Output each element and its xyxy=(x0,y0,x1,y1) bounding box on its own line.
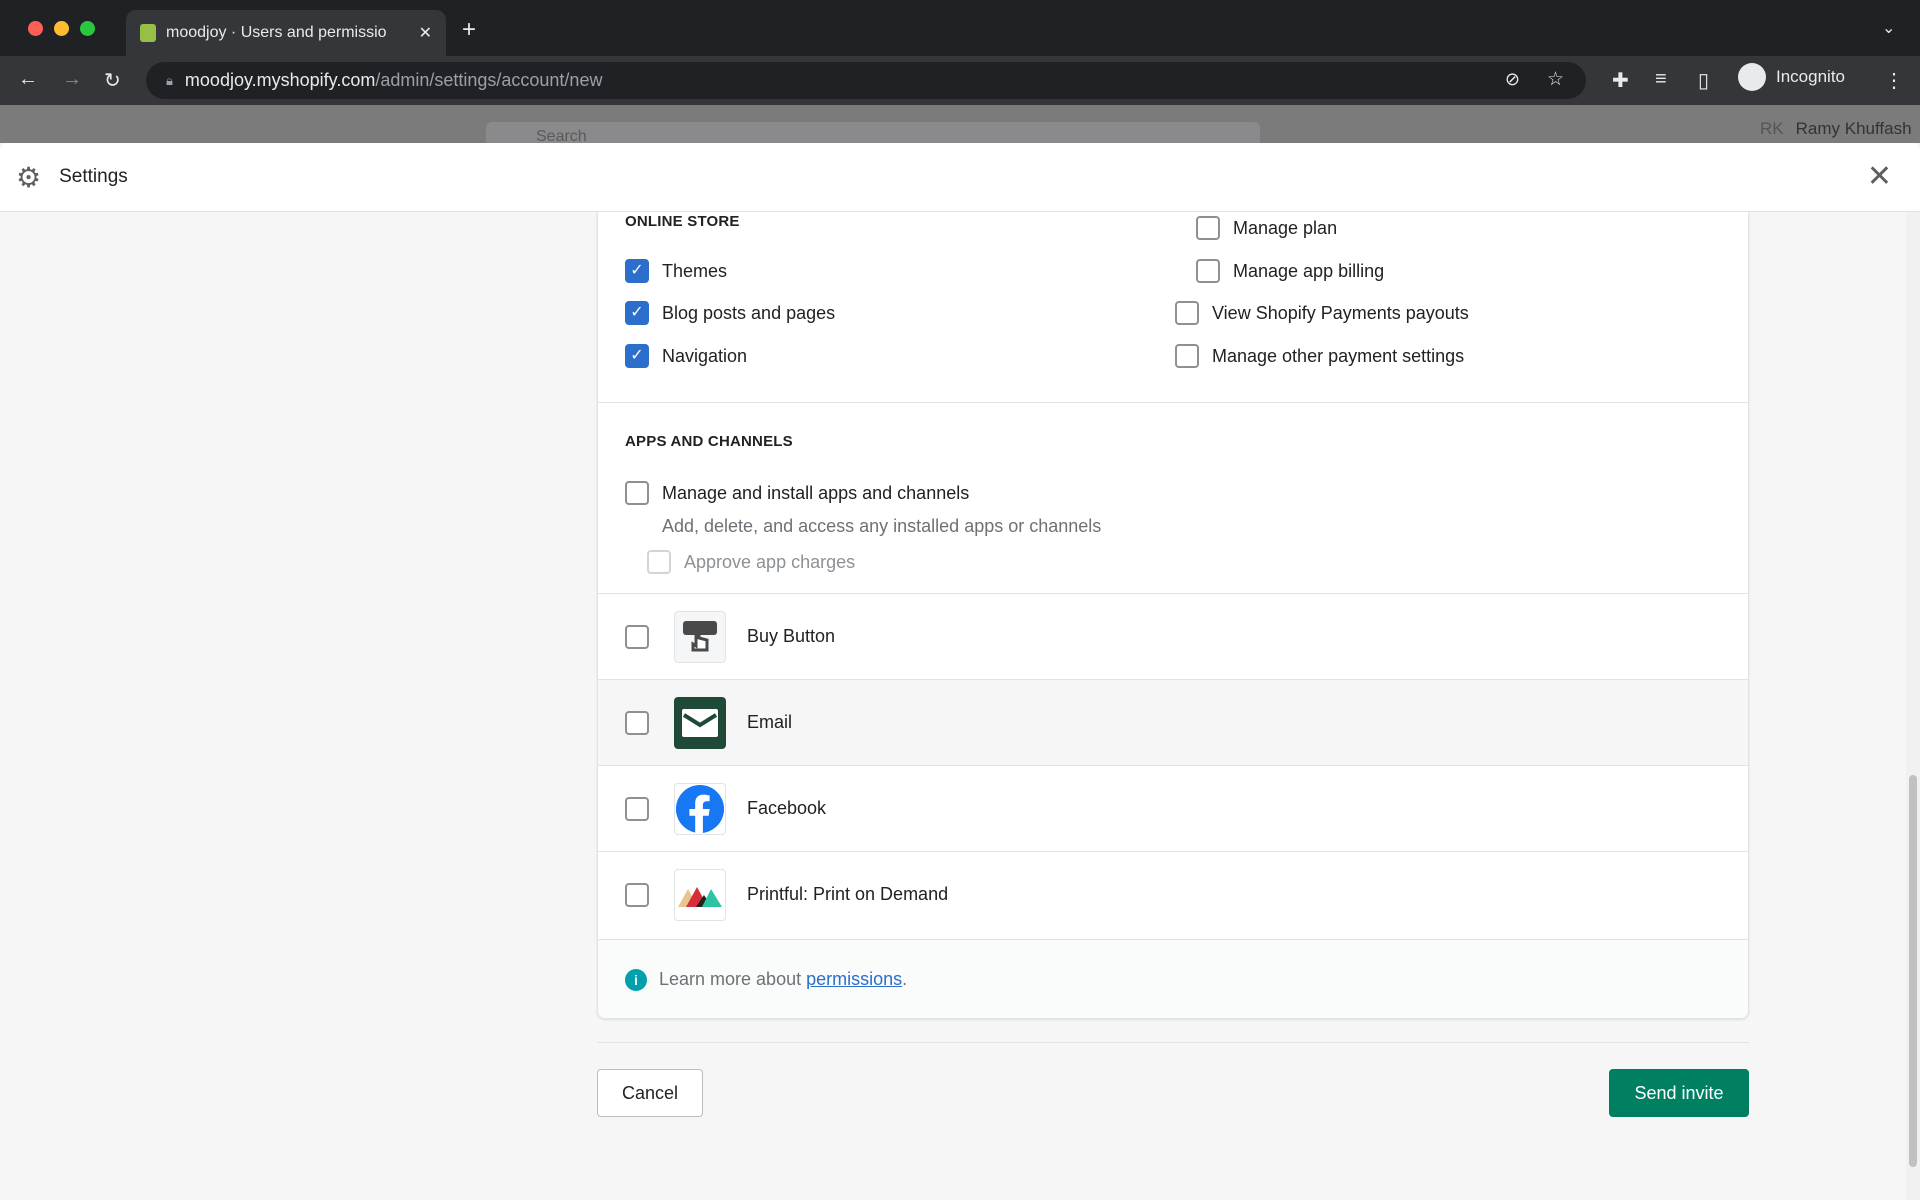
close-settings-button[interactable]: ✕ xyxy=(1867,159,1892,194)
scrollbar-thumb[interactable] xyxy=(1909,775,1917,1167)
address-bar[interactable]: 🔒︎ moodjoy.myshopify.com/admin/settings/… xyxy=(146,62,1586,99)
printful-icon xyxy=(674,868,726,921)
checkbox-themes[interactable]: ✓ Themes xyxy=(625,259,727,283)
learn-more-text: Learn more about xyxy=(659,969,807,989)
checkbox-checked[interactable]: ✓ xyxy=(625,344,649,368)
checkbox[interactable] xyxy=(1175,301,1199,325)
profile-label: Incognito xyxy=(1776,67,1845,86)
star-icon[interactable]: ☆ xyxy=(1547,68,1564,91)
checkbox[interactable] xyxy=(1175,344,1199,368)
user-initials: RK xyxy=(1760,119,1784,138)
tab-title: moodjoy · Users and permissio xyxy=(166,24,387,41)
browser-tab-bar: moodjoy · Users and permissio ✕ + ⌄ xyxy=(0,0,1920,56)
period: . xyxy=(902,969,908,989)
cancel-button[interactable]: Cancel xyxy=(597,1069,703,1117)
manage-apps-description: Add, delete, and access any installed ap… xyxy=(662,516,1102,536)
checkbox-manage-plan[interactable]: Manage plan xyxy=(1196,216,1337,240)
menu-kebab-icon[interactable]: ⋮ xyxy=(1884,68,1904,93)
checkbox-manage-app-billing[interactable]: Manage app billing xyxy=(1196,259,1384,283)
close-tab-icon[interactable]: ✕ xyxy=(419,23,432,43)
gear-icon: ⚙ xyxy=(16,161,42,193)
checkbox-approve-charges[interactable]: Approve app charges xyxy=(647,550,855,574)
checkbox-label: Approve app charges xyxy=(684,551,856,572)
checkbox-disabled[interactable] xyxy=(647,550,671,574)
checkbox-checked[interactable]: ✓ xyxy=(625,259,649,283)
permissions-card: ONLINE STORE ✓ Themes ✓ Blog posts and pag… xyxy=(597,212,1749,1019)
incognito-icon xyxy=(1738,63,1766,91)
browser-toolbar: ← → ↻ 🔒︎ moodjoy.myshopify.com/admin/set… xyxy=(0,56,1920,105)
browser-tab[interactable]: moodjoy · Users and permissio ✕ xyxy=(126,10,446,56)
checkbox-label: Themes xyxy=(662,260,728,281)
buy-button-icon xyxy=(674,610,726,663)
checkbox[interactable] xyxy=(1196,259,1220,283)
lock-icon: 🔒︎ xyxy=(166,72,173,88)
shopify-favicon-icon xyxy=(140,24,156,42)
checkbox-label: View Shopify Payments payouts xyxy=(1212,302,1469,323)
checkbox[interactable] xyxy=(625,481,649,505)
checkbox-navigation[interactable]: ✓ Navigation xyxy=(625,344,747,368)
extensions-icon[interactable]: ✚ xyxy=(1612,68,1629,93)
checkbox-label: Blog posts and pages xyxy=(662,302,836,323)
new-tab-button[interactable]: + xyxy=(462,16,476,44)
app-row-email[interactable]: Email xyxy=(598,679,1748,765)
checkbox-manage-apps[interactable]: Manage and install apps and channels xyxy=(625,481,969,505)
checkbox-label: Manage other payment settings xyxy=(1212,345,1465,366)
checkbox-label: Manage app billing xyxy=(1233,260,1385,281)
background-user: RK Ramy Khuffash xyxy=(1760,119,1912,139)
email-icon xyxy=(674,696,726,749)
info-icon: i xyxy=(625,968,647,991)
app-label: Facebook xyxy=(747,798,827,818)
tab-search-chevron-icon[interactable]: ⌄ xyxy=(1882,18,1895,38)
settings-header: ⚙ Settings ✕ xyxy=(0,143,1920,212)
app-row-printful[interactable]: Printful: Print on Demand xyxy=(598,851,1748,937)
learn-more-footer: i Learn more about permissions. xyxy=(598,939,1748,1018)
close-window-button[interactable] xyxy=(28,21,43,36)
facebook-icon xyxy=(674,782,726,835)
actions-divider xyxy=(597,1042,1749,1043)
checkbox[interactable] xyxy=(625,882,649,907)
page-title: Settings xyxy=(59,166,128,187)
media-queue-icon[interactable]: ≡ xyxy=(1655,68,1667,91)
url-host: moodjoy.myshopify.com xyxy=(184,70,376,90)
app-label: Email xyxy=(747,712,793,732)
app-label: Buy Button xyxy=(747,626,836,646)
checkbox-blog-posts[interactable]: ✓ Blog posts and pages xyxy=(625,301,835,325)
user-name: Ramy Khuffash xyxy=(1795,119,1912,138)
url-path: /admin/settings/account/new xyxy=(375,70,603,90)
app-row-facebook[interactable]: Facebook xyxy=(598,765,1748,851)
divider xyxy=(598,402,1748,403)
checkbox-view-payouts[interactable]: View Shopify Payments payouts xyxy=(1175,301,1469,325)
app-row-buy-button[interactable]: Buy Button xyxy=(598,593,1748,679)
send-invite-button[interactable]: Send invite xyxy=(1609,1069,1749,1117)
checkbox[interactable] xyxy=(625,710,649,735)
side-panel-icon[interactable]: ▯ xyxy=(1698,68,1709,93)
permissions-link[interactable]: permissions xyxy=(806,969,902,989)
section-title-online-store: ONLINE STORE xyxy=(625,213,740,230)
minimize-window-button[interactable] xyxy=(54,21,69,36)
eye-off-icon[interactable]: ⊘ xyxy=(1505,69,1520,90)
checkbox-checked[interactable]: ✓ xyxy=(625,301,649,325)
checkbox[interactable] xyxy=(625,796,649,821)
checkbox-label: Navigation xyxy=(662,345,748,366)
forward-icon[interactable]: → xyxy=(62,68,82,91)
reload-icon[interactable]: ↻ xyxy=(104,68,121,93)
app-label: Printful: Print on Demand xyxy=(747,884,949,904)
scrollbar[interactable] xyxy=(1906,212,1920,1200)
dimmed-shopify-topbar: Search RK Ramy Khuffash xyxy=(0,105,1920,152)
incognito-profile[interactable]: Incognito xyxy=(1738,63,1845,91)
checkbox-label: Manage and install apps and channels xyxy=(662,482,970,503)
checkbox-label: Manage plan xyxy=(1233,217,1338,238)
back-icon[interactable]: ← xyxy=(18,68,38,91)
section-title-apps: APPS AND CHANNELS xyxy=(625,433,793,450)
maximize-window-button[interactable] xyxy=(80,21,95,36)
checkbox-other-payment[interactable]: Manage other payment settings xyxy=(1175,344,1464,368)
checkbox[interactable] xyxy=(1196,216,1220,240)
checkbox[interactable] xyxy=(625,624,649,649)
